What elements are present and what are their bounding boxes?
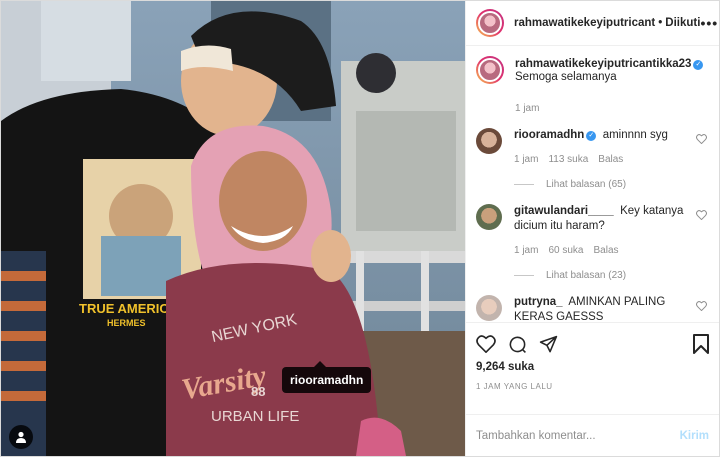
share-send-icon[interactable] (539, 335, 558, 354)
comment-reply-button[interactable]: Balas (593, 245, 618, 256)
shirt-print-number: 88 (251, 384, 265, 399)
likes-count[interactable]: 9,264 suka (476, 361, 709, 373)
post-timestamp[interactable]: 1 JAM YANG LALU (476, 382, 709, 391)
shirt-print-text: TRUE AMERIC (79, 301, 169, 316)
bookmark-save-icon[interactable] (693, 334, 709, 354)
author-avatar[interactable] (476, 9, 504, 37)
shirt-print-subtext: HERMES (107, 318, 146, 328)
comment-username[interactable]: riooramadhn (514, 129, 584, 141)
comment-item: putryna_ AMINKAN PALING KERAS GAESSS (476, 295, 709, 322)
user-tag-bubble[interactable]: riooramadhn (282, 361, 372, 393)
view-replies-label[interactable]: Lihat balasan (65) (546, 179, 626, 190)
comment-like-heart-icon[interactable] (696, 301, 707, 311)
comment-reply-button[interactable]: Balas (598, 154, 623, 165)
photo-scene: TRUE AMERIC HERMES NEW YORK Varsity 88 U… (1, 1, 465, 456)
comment-username[interactable]: putryna_ (514, 296, 563, 308)
comment-text: aminnnn syg (602, 129, 668, 141)
more-options-icon[interactable]: ••• (700, 15, 718, 31)
verified-badge-icon: ✓ (586, 131, 597, 141)
comment-like-heart-icon[interactable] (696, 134, 707, 144)
tags-toggle-button[interactable] (9, 425, 33, 449)
header-separator: • (658, 17, 663, 29)
comment-likes[interactable]: 60 suka (548, 245, 583, 256)
user-icon (16, 431, 26, 443)
post-comment-button[interactable]: Kirim (680, 430, 709, 442)
post-photo[interactable]: TRUE AMERIC HERMES NEW YORK Varsity 88 U… (1, 1, 465, 456)
comment-item: riooramadhn ✓ aminnnn syg 1 jam 113 suka Ba… (476, 128, 709, 190)
caption-time[interactable]: 1 jam (515, 103, 539, 114)
comments-list[interactable]: rahmawatikekeyiputricantikka23 ✓ Semoga s… (466, 46, 719, 322)
caption-avatar[interactable] (476, 56, 504, 84)
comment-time[interactable]: 1 jam (514, 245, 538, 256)
post-header: rahmawatikekeyiputricant • Diikuti ••• (466, 1, 719, 46)
author-username-text[interactable]: rahmawatikekeyiputricant (514, 17, 655, 29)
post-actions: 9,264 suka 1 JAM YANG LALU (466, 322, 719, 414)
view-replies-button[interactable]: Lihat balasan (23) (514, 270, 684, 281)
shirt-print-urban: URBAN LIFE (211, 408, 299, 425)
comment-time[interactable]: 1 jam (514, 154, 538, 165)
post-side-panel: rahmawatikekeyiputricant • Diikuti ••• rah… (465, 1, 719, 456)
verified-badge-icon: ✓ (693, 60, 704, 70)
commenter-avatar[interactable] (476, 295, 502, 321)
caption-text: Semoga selamanya (515, 71, 617, 83)
comment-likes[interactable]: 113 suka (548, 154, 588, 165)
follow-status[interactable]: Diikuti (665, 17, 700, 29)
commenter-avatar[interactable] (476, 204, 502, 230)
like-heart-icon[interactable] (476, 335, 496, 353)
comment-item: gitawulandari____ Key katanya dicium itu… (476, 204, 709, 281)
comment-username[interactable]: gitawulandari____ (514, 205, 614, 217)
add-comment-input[interactable] (476, 429, 680, 442)
caption: rahmawatikekeyiputricantikka23 ✓ Semoga s… (476, 56, 709, 114)
comment-like-heart-icon[interactable] (696, 210, 707, 220)
comment-composer: Kirim (466, 414, 719, 456)
view-replies-button[interactable]: Lihat balasan (65) (514, 179, 684, 190)
commenter-avatar[interactable] (476, 128, 502, 154)
post-dialog: TRUE AMERIC HERMES NEW YORK Varsity 88 U… (0, 0, 720, 457)
view-replies-label[interactable]: Lihat balasan (23) (546, 270, 626, 281)
caption-username[interactable]: rahmawatikekeyiputricantikka23 (515, 58, 691, 70)
author-username[interactable]: rahmawatikekeyiputricant • Diikuti (514, 17, 700, 29)
comment-bubble-icon[interactable] (508, 335, 527, 354)
